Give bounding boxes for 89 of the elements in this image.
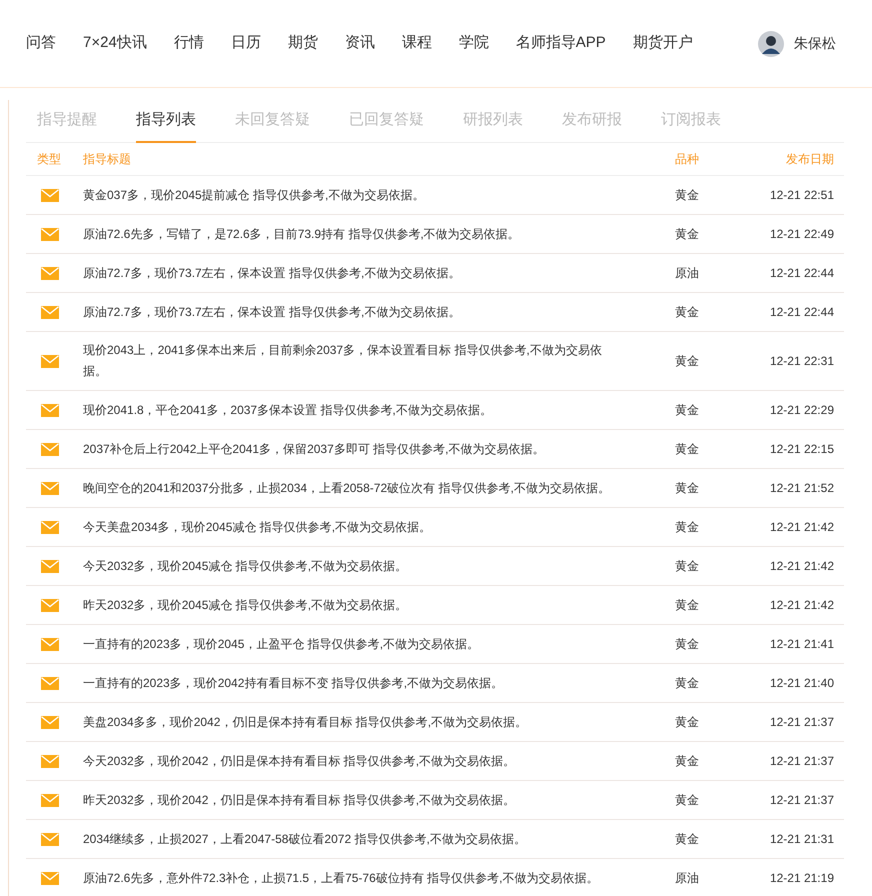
envelope-icon (41, 266, 59, 280)
table-cell-text: 原油 (675, 265, 700, 282)
table-cell[interactable]: 原油72.6先多，写错了，是72.6多，目前73.9持有 指导仅供参考,不做为交易依据。 (83, 224, 623, 244)
envelope-icon (41, 638, 59, 650)
table-cell-text: 黄金 (675, 441, 700, 458)
avatar-icon[interactable] (758, 30, 784, 56)
table-cell-text: 12-21 22:44 (770, 265, 835, 282)
table-cell-text: 黄金 (675, 675, 700, 692)
table-cell[interactable]: 昨天2032多，现价2045减仓 指导仅供参考,不做为交易依据。 (83, 594, 623, 616)
envelope-icon (41, 794, 59, 806)
table-cell-text: 黄金 (675, 402, 700, 419)
table-cell[interactable]: 今天美盘2034多，现价2045减仓 指导仅供参考,不做为交易依据。 (83, 516, 623, 538)
user-name[interactable]: 朱保松 (794, 33, 836, 54)
table-cell-text: 黄金 (675, 714, 700, 731)
table-cell-text: 12-21 22:15 (770, 441, 835, 458)
table-cell[interactable]: 现价2041.8，平仓2041多，2037多保本设置 指导仅供参考,不做为交易依据。 (83, 400, 623, 420)
envelope-icon (41, 676, 59, 690)
table-cell-text: 黄金 (675, 753, 700, 770)
table-cell-text: 黄金 (675, 519, 700, 536)
envelope-icon (41, 482, 59, 494)
table-cell-text: 12-21 21:31 (770, 831, 835, 848)
envelope-icon (41, 754, 59, 768)
table-cell-text: 12-21 21:37 (770, 753, 835, 770)
envelope-icon (41, 520, 59, 534)
table-cell-text: 原油 (675, 870, 700, 887)
table-cell-text: 12-21 21:41 (770, 636, 835, 653)
envelope-icon (41, 832, 59, 846)
table-cell-text: 12-21 21:37 (770, 792, 835, 809)
table-cell[interactable]: 美盘2034多多，现价2042，仍旧是保本持有看目标 指导仅供参考,不做为交易依据。 (83, 712, 623, 732)
table-cell-text: 12-21 22:31 (770, 353, 835, 370)
table-cell[interactable]: 今天2032多，现价2042，仍旧是保本持有看目标 指导仅供参考,不做为交易依据。 (83, 750, 623, 772)
table-cell-text: 12-21 21:42 (770, 519, 835, 536)
table-cell[interactable]: 黄金037多，现价2045提前减仓 指导仅供参考,不做为交易依据。 (83, 184, 623, 206)
table-cell[interactable]: 2037补仓后上行2042上平仓2041多，保留2037多即可 指导仅供参考,不做为交易依据。 (83, 438, 623, 460)
envelope-icon (41, 442, 59, 456)
envelope-icon (41, 560, 59, 572)
table-cell[interactable]: 原油72.7多，现价73.7左右，保本设置 指导仅供参考,不做为交易依据。 (83, 262, 623, 284)
column-header: 类型 (36, 151, 62, 168)
table-cell[interactable]: 原油72.7多，现价73.7左右，保本设置 指导仅供参考,不做为交易依据。 (83, 302, 623, 322)
table-cell[interactable]: 晚间空仓的2041和2037分批多，止损2034，上看2058-72破位次有 指导仅供参考,不做为交易依据。 (83, 478, 623, 498)
table-cell-text: 12-21 21:40 (770, 675, 835, 692)
table-cell-text: 12-21 21:42 (770, 558, 835, 575)
table-cell[interactable]: 2034继续多，止损2027，上看2047-58破位看2072 指导仅供参考,不做为交易依据。 (83, 828, 623, 850)
envelope-icon (41, 404, 59, 416)
table-cell-text: 黄金 (675, 792, 700, 809)
table-cell[interactable]: 一直持有的2023多，现价2045，止盈平仓 指导仅供参考,不做为交易依据。 (83, 634, 623, 654)
nav-link[interactable]: 学院 (458, 32, 489, 55)
nav-link[interactable]: 7×24快讯 (83, 32, 147, 55)
nav-link[interactable]: 问答 (26, 32, 56, 55)
table-cell[interactable]: 原油72.6先多，意外件72.3补仓，止损71.5，上看75-76破位持有 指导仅供参考,不做为交易依据。 (83, 868, 623, 888)
table-cell-text: 黄金 (675, 636, 700, 653)
nav-link[interactable]: 期货开户 (632, 32, 693, 55)
tab[interactable]: 指导列表 (136, 100, 196, 143)
nav-link[interactable]: 期货 (288, 32, 318, 55)
table-cell[interactable]: 一直持有的2023多，现价2042持有看目标不变 指导仅供参考,不做为交易依据。 (83, 672, 623, 694)
envelope-icon (41, 598, 59, 612)
table-cell-text: 黄金 (675, 304, 700, 321)
table-cell-text: 12-21 22:44 (770, 304, 835, 321)
envelope-icon (41, 872, 59, 884)
table-cell[interactable]: 今天2032多，现价2045减仓 指导仅供参考,不做为交易依据。 (83, 556, 623, 576)
table-cell-text: 黄金 (675, 480, 700, 497)
nav-link[interactable]: 课程 (402, 32, 432, 55)
nav-link[interactable]: 行情 (174, 32, 204, 55)
table-cell-text: 12-21 22:51 (770, 187, 835, 204)
column-header: 品种 (675, 151, 700, 168)
nav-link[interactable]: 名师指导APP (516, 32, 606, 55)
table-cell-text: 12-21 21:37 (770, 714, 835, 731)
table-cell-text: 12-21 22:49 (770, 226, 835, 243)
envelope-icon (41, 716, 59, 728)
table-cell[interactable]: 现价2043上，2041多保本出来后，目前剩余2037多，保本设置看目标 指导仅供参考,不做为交易依据。 (83, 340, 623, 382)
table-cell-text: 黄金 (675, 831, 700, 848)
table-cell-text: 黄金 (675, 597, 700, 614)
table-cell-text: 12-21 21:52 (770, 480, 835, 497)
column-header: 指导标题 (83, 151, 132, 168)
table-cell-text: 黄金 (675, 187, 700, 204)
envelope-icon (41, 188, 59, 202)
table-cell-text: 黄金 (675, 353, 700, 370)
table-cell-text: 12-21 21:19 (770, 870, 835, 887)
table-cell-text: 黄金 (675, 226, 700, 243)
nav-link[interactable]: 日历 (230, 32, 261, 55)
table-cell-text: 12-21 22:29 (770, 402, 835, 419)
table-cell-text: 12-21 21:42 (770, 597, 835, 614)
envelope-icon (41, 354, 59, 368)
nav-link[interactable]: 资讯 (344, 32, 375, 55)
column-header: 发布日期 (786, 151, 835, 168)
table-cell-text: 黄金 (675, 558, 700, 575)
envelope-icon (41, 306, 59, 318)
table-cell[interactable]: 昨天2032多，现价2042，仍旧是保本持有看目标 指导仅供参考,不做为交易依据。 (83, 790, 623, 810)
envelope-icon (41, 228, 59, 240)
